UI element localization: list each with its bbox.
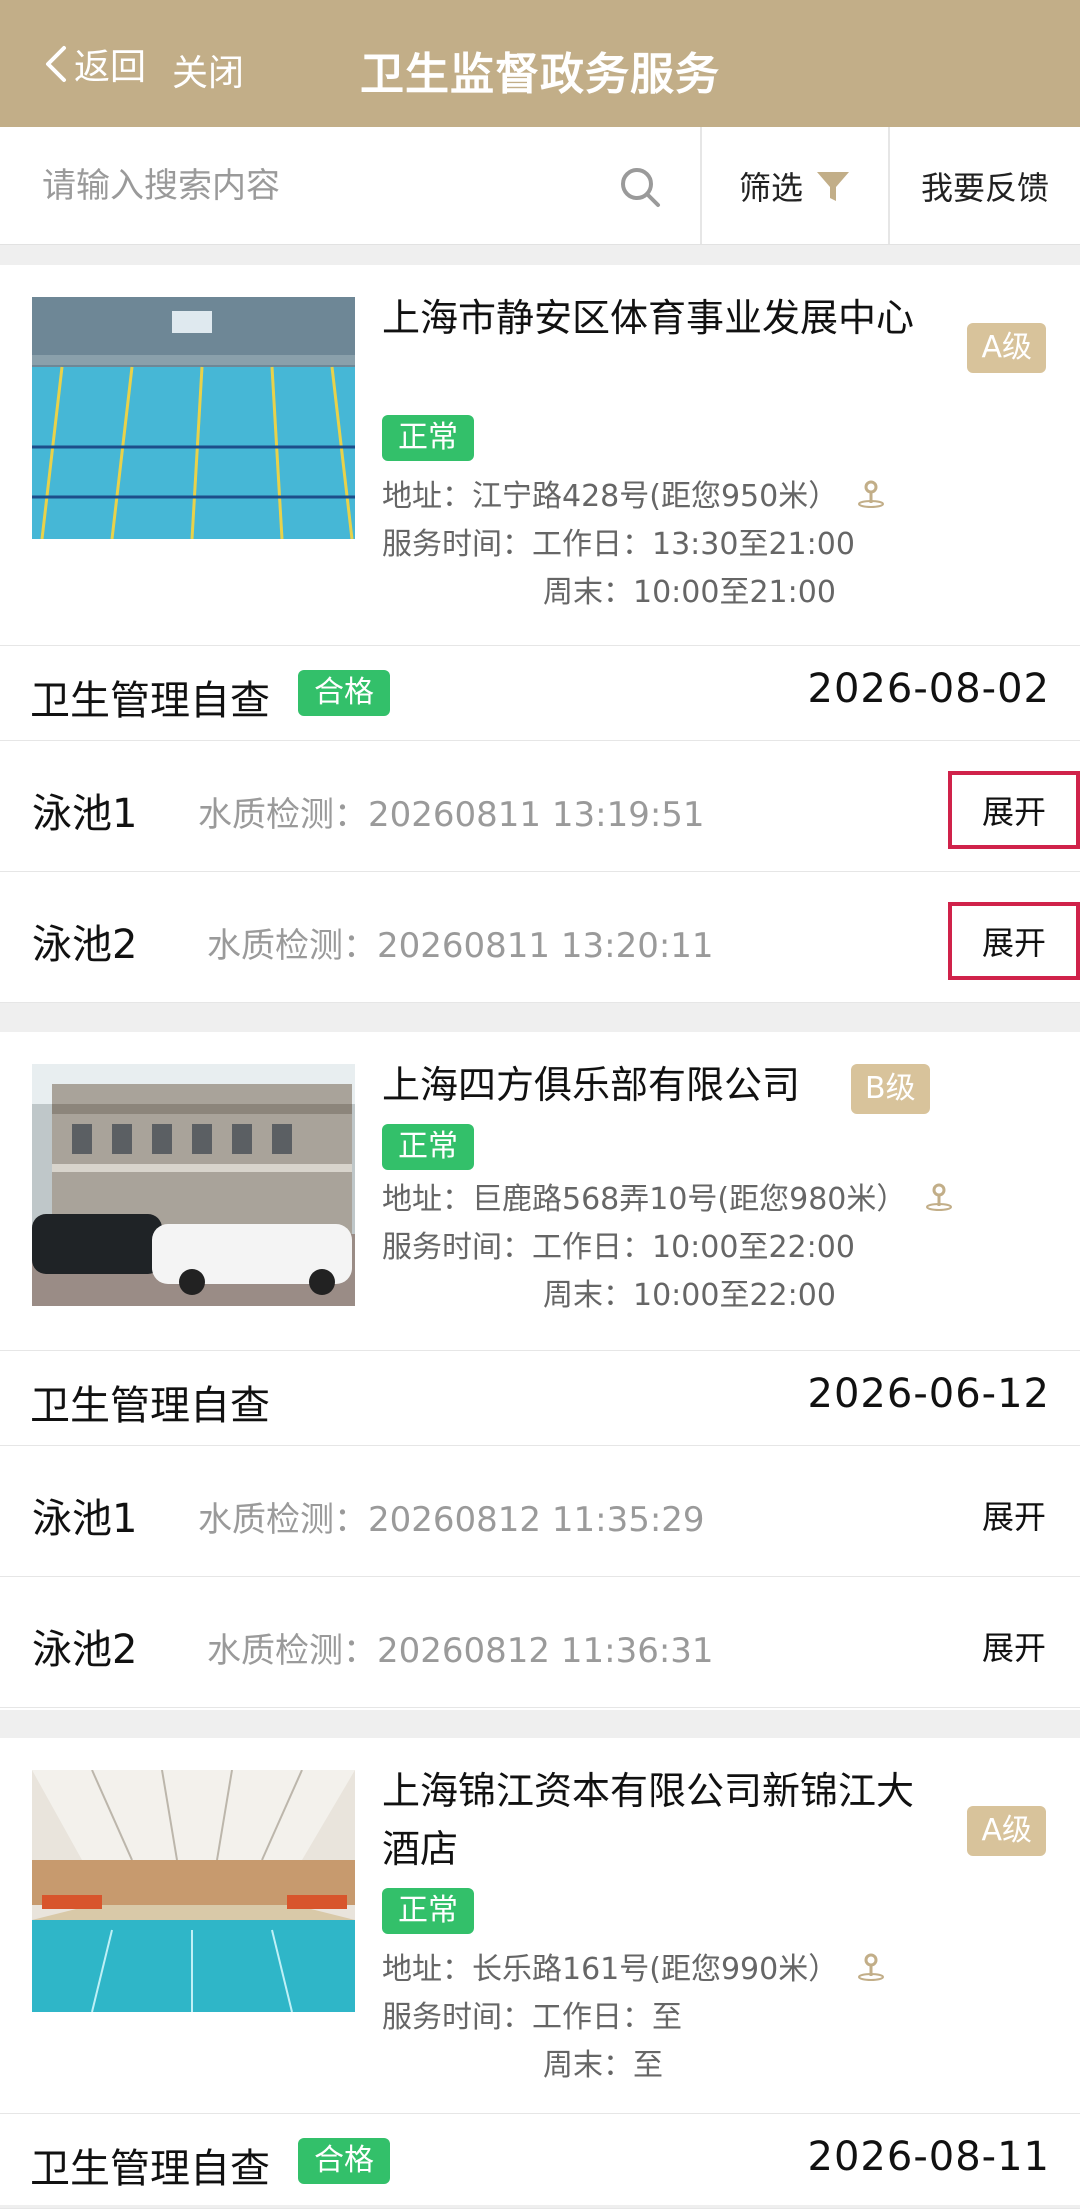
pass-badge: 合格: [298, 2138, 390, 2184]
status-badge: 正常: [382, 415, 474, 461]
expand-button[interactable]: 展开: [948, 1607, 1080, 1685]
search-box: [0, 127, 700, 244]
close-button[interactable]: 关闭: [172, 44, 244, 96]
self-inspection-row[interactable]: 卫生管理自查 2026-06-12: [0, 1351, 1080, 1446]
status-badge: 正常: [382, 1124, 474, 1170]
venue-info[interactable]: 上海四方俱乐部有限公司 B级 正常 地址：巨鹿路568弄10号(距您980米） …: [0, 1032, 1080, 1351]
venue-photo: [32, 297, 355, 539]
back-button[interactable]: 返回: [44, 38, 146, 90]
pool-name: 泳池1: [32, 1496, 138, 1542]
venue-card: 上海市静安区体育事业发展中心 A级 正常 地址：江宁路428号(距您950米） …: [0, 265, 1080, 1003]
location-pin-icon[interactable]: [924, 1180, 954, 1212]
pool-row: 泳池2 水质检测：20260812 11:36:31 展开: [0, 1577, 1080, 1708]
grade-badge: A级: [967, 1806, 1046, 1856]
water-test-time: 水质检测：20260811 13:19:51: [198, 795, 705, 835]
self-inspection-date: 2026-08-11: [807, 2134, 1050, 2180]
water-test-time: 水质检测：20260811 13:20:11: [207, 926, 714, 966]
grade-badge: B级: [851, 1064, 930, 1114]
status-badge: 正常: [382, 1888, 474, 1934]
funnel-icon: [817, 171, 849, 201]
search-input[interactable]: [40, 155, 604, 217]
pool-name: 泳池2: [32, 1627, 138, 1673]
venue-address: 地址：巨鹿路568弄10号(距您980米）: [382, 1174, 954, 1218]
service-hours-weekend: 周末：10:00至22:00: [543, 1278, 836, 1313]
self-inspection-title: 卫生管理自查: [30, 2146, 270, 2192]
service-hours-weekend: 周末：10:00至21:00: [543, 575, 836, 610]
pool-name: 泳池2: [32, 922, 138, 968]
expand-button[interactable]: 展开: [948, 1476, 1080, 1554]
self-inspection-date: 2026-08-02: [807, 666, 1050, 712]
venue-info[interactable]: 上海市静安区体育事业发展中心 A级 正常 地址：江宁路428号(距您950米） …: [0, 265, 1080, 646]
address-text: 地址：江宁路428号(距您950米）: [382, 479, 839, 514]
service-hours-weekday: 服务时间：工作日：10:00至22:00: [382, 1230, 855, 1265]
nav-bar: 返回 关闭 卫生监督政务服务: [0, 0, 1080, 127]
venue-card: 上海四方俱乐部有限公司 B级 正常 地址：巨鹿路568弄10号(距您980米） …: [0, 1032, 1080, 1710]
back-label: 返回: [74, 47, 147, 88]
venue-name: 上海市静安区体育事业发展中心: [382, 296, 915, 340]
page-title: 卫生监督政务服务: [360, 49, 720, 100]
chevron-left-icon: [46, 46, 66, 82]
search-bar: 筛选 我要反馈: [0, 127, 1080, 245]
self-inspection-row[interactable]: 卫生管理自查 合格 2026-08-11: [0, 2114, 1080, 2209]
grade-badge: A级: [967, 323, 1046, 373]
service-hours-weekday: 服务时间：工作日：13:30至21:00: [382, 527, 855, 562]
service-hours-weekday: 服务时间：工作日：至: [382, 2000, 682, 2035]
venue-photo: [32, 1064, 355, 1306]
self-inspection-title: 卫生管理自查: [30, 678, 270, 724]
venue-address: 地址：长乐路161号(距您990米）: [382, 1944, 886, 1988]
feedback-button[interactable]: 我要反馈: [890, 127, 1080, 244]
venue-info[interactable]: 上海锦江资本有限公司新锦江大酒店 A级 正常 地址：长乐路161号(距您990米…: [0, 1738, 1080, 2114]
venue-card: 上海锦江资本有限公司新锦江大酒店 A级 正常 地址：长乐路161号(距您990米…: [0, 1738, 1080, 2209]
pass-badge: 合格: [298, 670, 390, 716]
service-hours-weekend: 周末：至: [543, 2048, 663, 2083]
expand-button[interactable]: 展开: [948, 771, 1080, 849]
address-text: 地址：长乐路161号(距您990米）: [382, 1952, 839, 1987]
location-pin-icon[interactable]: [856, 1950, 886, 1982]
venue-photo: [32, 1770, 355, 2012]
self-inspection-title: 卫生管理自查: [30, 1383, 270, 1429]
pool-row: 泳池1 水质检测：20260811 13:19:51 展开: [0, 741, 1080, 872]
expand-button[interactable]: 展开: [948, 902, 1080, 980]
venue-name: 上海锦江资本有限公司新锦江大酒店: [382, 1769, 915, 1871]
address-text: 地址：巨鹿路568弄10号(距您980米）: [382, 1182, 907, 1217]
venue-address: 地址：江宁路428号(距您950米）: [382, 471, 886, 515]
venue-name: 上海四方俱乐部有限公司: [382, 1063, 801, 1107]
location-pin-icon[interactable]: [856, 477, 886, 509]
pool-name: 泳池1: [32, 791, 138, 837]
water-test-time: 水质检测：20260812 11:35:29: [198, 1500, 705, 1540]
self-inspection-row[interactable]: 卫生管理自查 合格 2026-08-02: [0, 646, 1080, 741]
search-icon[interactable]: [618, 165, 662, 209]
pool-row: 泳池1 水质检测：20260812 11:35:29 展开: [0, 1446, 1080, 1577]
pool-row: 泳池2 水质检测：20260811 13:20:11 展开: [0, 872, 1080, 1003]
filter-button[interactable]: 筛选: [702, 127, 888, 244]
filter-label: 筛选: [738, 168, 803, 207]
self-inspection-date: 2026-06-12: [807, 1371, 1050, 1417]
water-test-time: 水质检测：20260812 11:36:31: [207, 1631, 714, 1671]
